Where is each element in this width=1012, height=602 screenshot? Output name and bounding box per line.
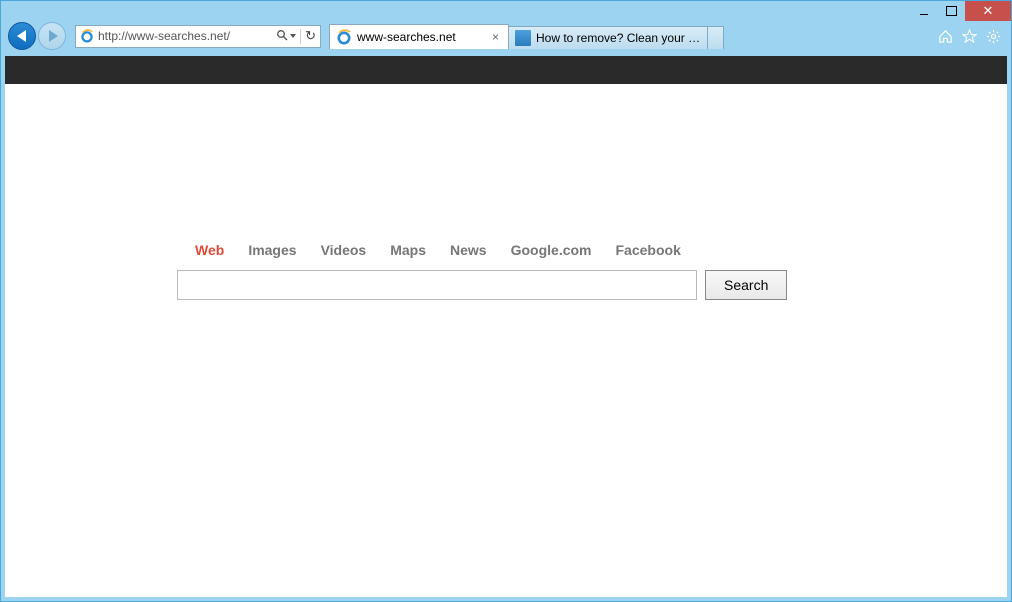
- category-videos[interactable]: Videos: [321, 242, 367, 258]
- ie-icon: [80, 29, 94, 43]
- tab-title: www-searches.net: [357, 30, 484, 44]
- browser-toolbar: ↻ www-searches.net × How to remove? Clea…: [0, 22, 1012, 52]
- category-images[interactable]: Images: [248, 242, 296, 258]
- gear-icon[interactable]: [985, 28, 1001, 44]
- search-button[interactable]: Search: [705, 270, 787, 300]
- category-news[interactable]: News: [450, 242, 487, 258]
- address-controls: ↻: [272, 28, 320, 44]
- favorites-icon[interactable]: [961, 28, 977, 44]
- refresh-button[interactable]: ↻: [305, 28, 316, 44]
- search-block: Web Images Videos Maps News Google.com F…: [177, 242, 817, 300]
- category-google[interactable]: Google.com: [511, 242, 592, 258]
- ie-icon: [336, 29, 352, 45]
- url-input[interactable]: [98, 26, 272, 47]
- tab-title: How to remove? Clean your co...: [536, 31, 701, 45]
- home-icon[interactable]: [937, 28, 953, 44]
- nav-buttons: [7, 21, 67, 51]
- tab-strip: www-searches.net × How to remove? Clean …: [329, 23, 724, 49]
- category-row: Web Images Videos Maps News Google.com F…: [195, 242, 817, 258]
- window-minimize-button[interactable]: [911, 1, 937, 21]
- address-bar: ↻: [75, 25, 321, 48]
- separator: [300, 29, 301, 44]
- search-icon[interactable]: [276, 29, 288, 44]
- arrow-left-icon: [17, 30, 26, 42]
- category-web[interactable]: Web: [195, 242, 224, 258]
- forward-button[interactable]: [37, 21, 67, 51]
- header-bar: [5, 56, 1007, 84]
- toolbar-right-icons: [937, 28, 1005, 44]
- new-tab-button[interactable]: [708, 26, 724, 49]
- category-maps[interactable]: Maps: [390, 242, 426, 258]
- content-frame: Web Images Videos Maps News Google.com F…: [0, 52, 1012, 602]
- trash-icon: [515, 30, 531, 46]
- window-close-button[interactable]: ✕: [965, 1, 1011, 21]
- search-input[interactable]: [177, 270, 697, 300]
- search-row: Search: [177, 270, 817, 300]
- page-body: Web Images Videos Maps News Google.com F…: [5, 56, 1007, 597]
- window-maximize-button[interactable]: [937, 1, 965, 21]
- category-facebook[interactable]: Facebook: [616, 242, 681, 258]
- tab-inactive[interactable]: How to remove? Clean your co...: [508, 26, 708, 49]
- window-titlebar: ✕: [0, 0, 1012, 22]
- tab-active[interactable]: www-searches.net ×: [329, 24, 509, 49]
- arrow-right-icon: [49, 30, 58, 42]
- back-button[interactable]: [7, 21, 37, 51]
- dropdown-icon[interactable]: [290, 34, 296, 38]
- tab-close-button[interactable]: ×: [489, 31, 502, 44]
